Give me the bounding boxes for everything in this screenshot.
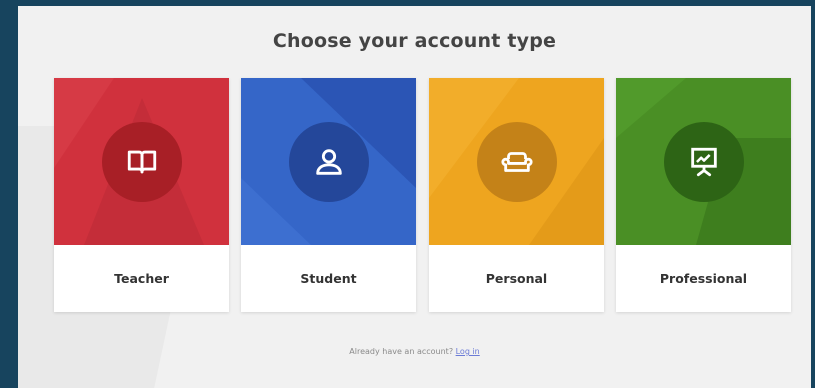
icon-circle (476, 121, 557, 202)
card-teacher[interactable]: Teacher (54, 78, 229, 312)
card-student[interactable]: Student (241, 78, 416, 312)
user-icon (315, 148, 342, 175)
login-link[interactable]: Log in (456, 347, 480, 356)
card-personal-label: Personal (485, 271, 548, 286)
login-prompt: Already have an account? Log in (18, 347, 811, 356)
card-personal-banner (429, 78, 604, 245)
card-personal[interactable]: Personal (429, 78, 604, 312)
account-type-panel: Choose your account type Teacher Student… (18, 6, 811, 388)
card-teacher-label: Teacher (114, 271, 169, 286)
card-professional-banner (616, 78, 791, 245)
card-student-banner (241, 78, 416, 245)
card-professional[interactable]: Professional (616, 78, 791, 312)
page-title: Choose your account type (272, 30, 557, 52)
card-teacher-banner (54, 78, 229, 245)
icon-circle (663, 121, 744, 202)
couch-icon (500, 151, 533, 172)
icon-circle (288, 121, 369, 202)
icon-circle (101, 121, 182, 202)
card-professional-label: Professional (659, 271, 748, 286)
book-icon (127, 150, 156, 173)
card-student-label: Student (300, 271, 357, 286)
presentation-icon (690, 147, 717, 176)
login-prompt-text: Already have an account? (349, 347, 454, 356)
